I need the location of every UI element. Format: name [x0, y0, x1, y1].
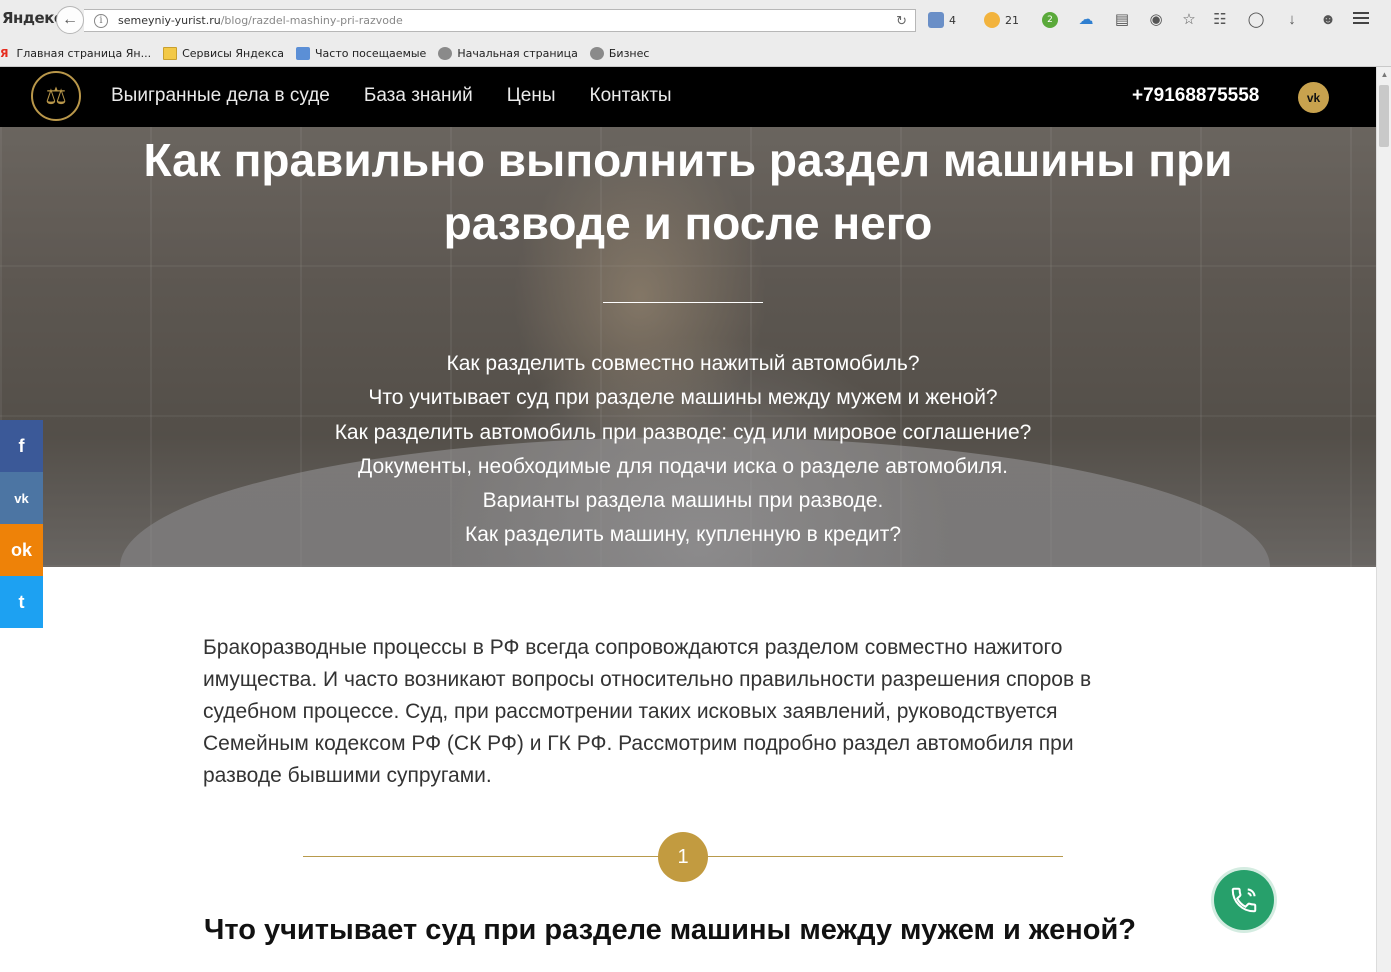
bookmark-business[interactable]: Бизнес [589, 46, 650, 60]
url-bar[interactable]: i semeyniy-yurist.ru/blog/razdel-mashiny… [84, 9, 916, 32]
intro-paragraph: Бракоразводные процессы в РФ всегда сопр… [203, 636, 1092, 787]
folder-icon [163, 46, 178, 60]
pocket-icon[interactable]: ◯ [1247, 10, 1265, 28]
bookmark-label: Часто посещаемые [315, 46, 427, 60]
toc-item[interactable]: Что учитывает суд при разделе машины меж… [0, 381, 1366, 415]
page-title: Как правильно выполнить раздел машины пр… [0, 129, 1376, 255]
toc-item[interactable]: Как разделить машину, купленную в кредит… [0, 518, 1366, 552]
bookmark-start-page[interactable]: Начальная страница [438, 46, 578, 60]
nav-prices[interactable]: Цены [507, 85, 556, 107]
toc-item[interactable]: Как разделить совместно нажитый автомоби… [0, 347, 1366, 381]
section-divider-right [707, 856, 1063, 857]
site-logo[interactable]: ⚖ [31, 71, 81, 121]
facebook-share-icon[interactable]: f [0, 420, 43, 472]
back-button[interactable]: ← [56, 6, 84, 34]
bookmark-label: Главная страница Ян... [16, 46, 152, 60]
green-badge-extension[interactable]: 2 [1042, 11, 1063, 29]
scroll-thumb[interactable] [1379, 85, 1389, 147]
site-header: ⚖ Выигранные дела в суде База знаний Цен… [0, 67, 1376, 127]
bookmark-label: Бизнес [608, 46, 650, 60]
mail-extension[interactable]: 4 [928, 11, 956, 29]
cloud-icon[interactable]: ☁ [1077, 10, 1095, 28]
badge-icon: 2 [1042, 12, 1058, 28]
twitter-share-icon[interactable]: t [0, 576, 43, 628]
yandex-logo[interactable]: Яндекс [2, 9, 63, 27]
toc-item[interactable]: Варианты раздела машины при разводе. [0, 484, 1366, 518]
vk-share-icon[interactable]: vk [0, 472, 43, 524]
bookmark-yandex-services[interactable]: Сервисы Яндекса [163, 46, 284, 60]
bookmark-yandex-home[interactable]: Я Главная страница Ян... [0, 47, 151, 60]
hero-divider [603, 302, 763, 303]
callback-button[interactable] [1214, 870, 1274, 930]
phone-number[interactable]: +79168875558 [1132, 85, 1259, 107]
mail-count: 4 [949, 13, 956, 27]
url-text[interactable]: semeyniy-yurist.ru/blog/razdel-mashiny-p… [118, 14, 403, 27]
yandex-icon: Я [0, 46, 9, 60]
hero-banner: Как правильно выполнить раздел машины пр… [0, 127, 1376, 567]
globe-icon [589, 46, 604, 60]
bookmark-label: Сервисы Яндекса [182, 46, 284, 60]
page-scrollbar[interactable]: ▲ [1376, 67, 1391, 972]
toc-item[interactable]: Как разделить автомобиль при разводе: су… [0, 416, 1366, 450]
url-path: /blog/razdel-mashiny-pri-razvode [220, 14, 403, 27]
url-domain: semeyniy-yurist.ru [118, 14, 221, 27]
scroll-up-arrow-icon[interactable]: ▲ [1377, 67, 1391, 83]
page-title-line1: Как правильно выполнить раздел машины пр… [143, 134, 1233, 186]
bookmark-label: Начальная страница [457, 46, 578, 60]
browser-chrome: Яндекс ← i semeyniy-yurist.ru/blog/razde… [0, 0, 1391, 67]
scales-icon: ⚖ [45, 82, 67, 110]
section-number-badge: 1 [658, 832, 708, 882]
share-bar: f vk ok t [0, 420, 43, 628]
table-of-contents: Как разделить совместно нажитый автомоби… [0, 347, 1366, 553]
chrome-icon[interactable]: ◉ [1147, 10, 1165, 28]
browser-toolbar: Яндекс ← i semeyniy-yurist.ru/blog/razde… [0, 0, 1391, 40]
bookmarks-bar: Я Главная страница Ян... Сервисы Яндекса… [0, 42, 1391, 64]
bookmark-most-visited[interactable]: Часто посещаемые [296, 46, 427, 60]
reading-list-icon[interactable]: ☷ [1211, 10, 1229, 28]
toc-item[interactable]: Документы, необходимые для подачи иска о… [0, 450, 1366, 484]
info-icon[interactable]: i [94, 13, 108, 28]
section-heading: Что учитывает суд при разделе машины меж… [204, 914, 1136, 946]
reload-icon[interactable]: ↻ [896, 13, 907, 29]
most-visited-icon [296, 46, 310, 60]
nav-won-cases[interactable]: Выигранные дела в суде [111, 85, 330, 107]
smiley-icon[interactable]: ☻ [1319, 10, 1337, 28]
phone-icon [1231, 887, 1257, 913]
main-nav: Выигранные дела в суде База знаний Цены … [111, 85, 706, 107]
section-divider-left [303, 856, 659, 857]
star-icon[interactable]: ☆ [1180, 10, 1198, 28]
mail-icon [928, 12, 944, 28]
arrow-left-icon: ← [62, 11, 78, 28]
weather-count: 21 [1005, 13, 1019, 27]
page-icon[interactable]: ▤ [1113, 10, 1131, 28]
vk-icon[interactable]: vk [1298, 82, 1329, 113]
menu-icon[interactable] [1353, 12, 1369, 27]
page-title-line2: разводе и после него [443, 197, 933, 249]
download-icon[interactable]: ↓ [1283, 10, 1301, 28]
nav-contacts[interactable]: Контакты [590, 85, 672, 107]
odnoklassniki-share-icon[interactable]: ok [0, 524, 43, 576]
nav-knowledge-base[interactable]: База знаний [364, 85, 473, 107]
moon-icon [984, 12, 1000, 28]
weather-extension[interactable]: 21 [984, 11, 1019, 29]
globe-icon [438, 46, 453, 60]
